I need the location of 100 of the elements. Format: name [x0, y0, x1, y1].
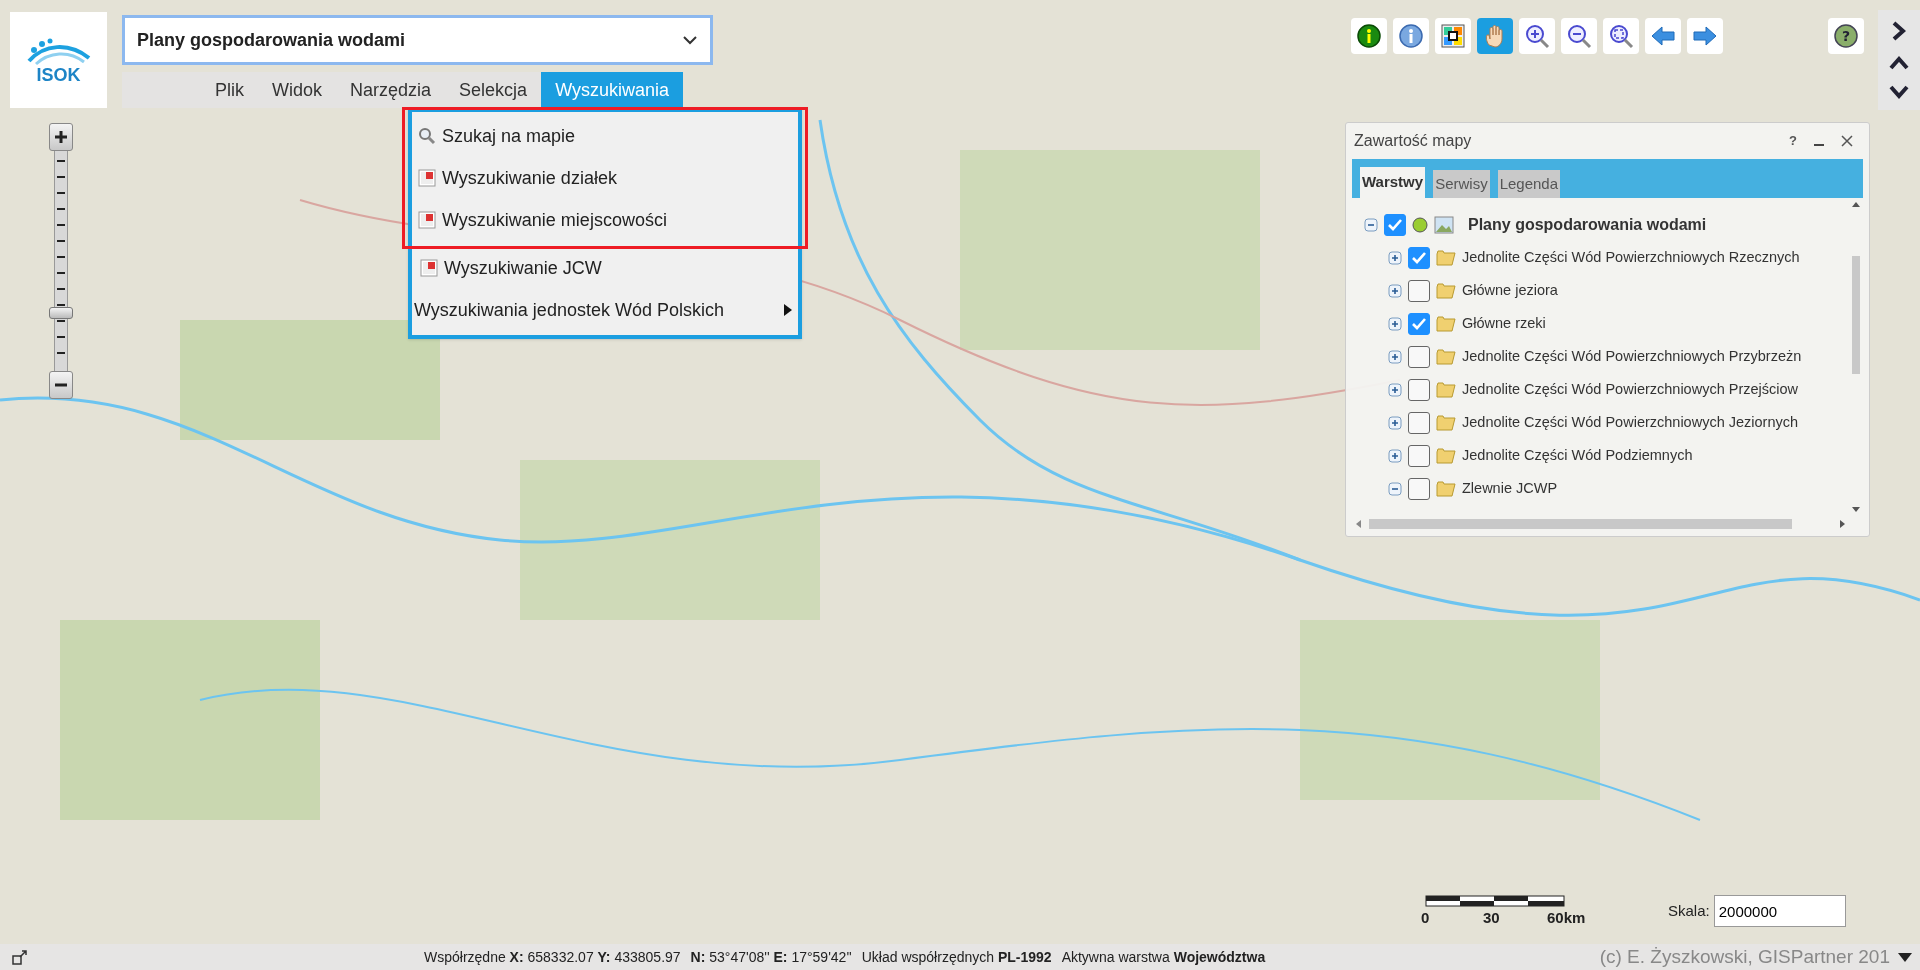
expand-icon[interactable] — [1388, 349, 1402, 364]
menu-item[interactable]: Selekcja — [445, 72, 542, 108]
folder-icon — [1436, 413, 1456, 432]
help-button[interactable]: ? — [1828, 18, 1864, 54]
expand-icon[interactable] — [1388, 382, 1402, 397]
form-icon — [418, 169, 436, 187]
panel-tab[interactable]: Warstwy — [1360, 167, 1426, 198]
expand-icon[interactable] — [1388, 448, 1402, 463]
toolbar-button[interactable] — [1435, 18, 1471, 54]
status-text: Układ współrzędnych PL-1992 — [861, 947, 1052, 967]
menu-option[interactable]: Wyszukiwanie JCW — [444, 254, 602, 282]
folder-icon — [1436, 281, 1456, 300]
zoom-extent-icon — [1608, 23, 1634, 49]
copyright-text: (c) E. Żyszkowski, GISPartner 201 — [1599, 944, 1890, 969]
chevron-down-icon — [682, 35, 698, 45]
selected-layer-text: Plany gospodarowania wodami — [137, 28, 406, 52]
logo-text: ISOK — [36, 66, 81, 84]
toolbar-button[interactable] — [1603, 18, 1639, 54]
zoom-out-icon — [1566, 23, 1592, 49]
zoom-in-icon — [1524, 23, 1550, 49]
scroll-up-icon[interactable] — [1852, 202, 1860, 207]
checkmark-icon — [1387, 217, 1403, 232]
chevron-down-icon[interactable] — [1889, 84, 1909, 99]
close-icon[interactable] — [1841, 135, 1853, 147]
folder-icon — [1436, 314, 1456, 333]
checkbox[interactable] — [1408, 246, 1430, 269]
arrow-right-icon — [1692, 23, 1718, 49]
layer-name[interactable]: Zlewnie JCWP — [1462, 477, 1558, 500]
panel-tab[interactable]: Legenda — [1497, 170, 1561, 198]
layer-selector[interactable]: Plany gospodarowania wodami — [122, 15, 713, 65]
scroll-right-icon[interactable] — [1840, 520, 1845, 528]
submenu-arrow-icon — [784, 304, 792, 316]
form-icon — [420, 259, 438, 277]
menu-option[interactable]: Wyszukiwanie działek — [442, 164, 617, 192]
menu-option[interactable]: Wyszukiwanie miejscowości — [442, 206, 667, 234]
panel-tab[interactable]: Serwisy — [1433, 170, 1490, 198]
layer-name[interactable]: Główne rzeki — [1462, 312, 1546, 335]
scroll-down-icon[interactable] — [1852, 507, 1860, 512]
checkbox[interactable] — [1408, 378, 1430, 401]
chevron-right-icon[interactable] — [1891, 21, 1907, 42]
status-text: N: 53°47'08'' E: 17°59'42'' — [690, 947, 852, 967]
status-text: Współrzędne X: 658332.07 Y: 433805.97 — [424, 947, 681, 967]
image-icon — [1434, 215, 1454, 234]
checkbox[interactable] — [1408, 312, 1430, 335]
scrollbar-thumb[interactable] — [1852, 256, 1860, 374]
menu-item[interactable]: Plik — [201, 72, 258, 108]
zoom-slider-thumb[interactable] — [49, 307, 73, 319]
checkbox[interactable] — [1408, 279, 1430, 302]
layer-name[interactable]: Jednolite Części Wód Powierzchniowych Przybrzeżn — [1462, 345, 1802, 368]
caret-down-icon[interactable] — [1898, 952, 1912, 962]
checkbox[interactable] — [1408, 411, 1430, 434]
info-icon — [1356, 23, 1382, 49]
menu-item[interactable]: Narzędzia — [336, 72, 446, 108]
zoom-out-button[interactable] — [49, 371, 73, 399]
expand-icon[interactable] — [1388, 283, 1402, 298]
expand-icon[interactable] — [1388, 250, 1402, 265]
menu-option[interactable]: Szukaj na mapie — [442, 122, 576, 150]
toolbar-button[interactable] — [1519, 18, 1555, 54]
layer-name[interactable]: Jednolite Części Wód Powierzchniowych Rzecznych — [1462, 246, 1800, 269]
scale-input[interactable]: 2000000 — [1713, 895, 1846, 927]
chevron-up-icon[interactable] — [1889, 56, 1909, 70]
layer-name[interactable]: Jednolite Części Wód Powierzchniowych Jeziornych — [1462, 411, 1799, 434]
scale-bar-label: 30 — [1483, 908, 1500, 928]
magnifier-icon — [418, 127, 436, 145]
corner-icon[interactable] — [12, 949, 28, 965]
toolbar-button[interactable] — [1561, 18, 1597, 54]
arrow-left-icon — [1650, 23, 1676, 49]
checkbox[interactable] — [1408, 444, 1430, 467]
toolbar-button[interactable] — [1351, 18, 1387, 54]
layer-name[interactable]: Jednolite Części Wód Podziemnych — [1462, 444, 1693, 467]
scroll-left-icon[interactable] — [1356, 520, 1361, 528]
folder-icon — [1436, 347, 1456, 366]
folder-icon — [1436, 479, 1456, 498]
layer-name[interactable]: Jednolite Części Wód Powierzchniowych Przejściow — [1462, 378, 1799, 401]
layer-name[interactable]: Główne jeziora — [1462, 279, 1558, 302]
menu-item[interactable]: Widok — [258, 72, 337, 108]
checkbox[interactable] — [1384, 213, 1406, 236]
collapse-icon[interactable] — [1388, 481, 1402, 496]
expand-icon[interactable] — [1388, 415, 1402, 430]
help-icon: ? — [1834, 24, 1858, 48]
panel-help-button[interactable]: ? — [1789, 131, 1797, 151]
scale-bar-label: 0 — [1421, 908, 1430, 928]
panel-title: Zawartość mapy — [1354, 131, 1472, 151]
folder-icon — [1436, 380, 1456, 399]
scale-bar-label: 60km — [1547, 908, 1586, 928]
form-icon — [418, 211, 436, 229]
checkmark-icon — [1411, 250, 1427, 265]
menu-option[interactable]: Wyszukiwania jednostek Wód Polskich — [414, 296, 724, 324]
colored-grid-icon — [1440, 23, 1466, 49]
plus-icon — [54, 130, 68, 144]
folder-icon — [1436, 248, 1456, 267]
zoom-in-button[interactable] — [49, 123, 73, 151]
folder-icon — [1436, 446, 1456, 465]
checkmark-icon — [1411, 316, 1427, 331]
collapse-icon[interactable] — [1364, 217, 1378, 232]
layer-name[interactable]: Plany gospodarowania wodami — [1468, 212, 1707, 237]
expand-icon[interactable] — [1388, 316, 1402, 331]
checkbox[interactable] — [1408, 477, 1430, 500]
status-text: Aktywna warstwa Województwa — [1061, 947, 1266, 967]
checkbox[interactable] — [1408, 345, 1430, 368]
